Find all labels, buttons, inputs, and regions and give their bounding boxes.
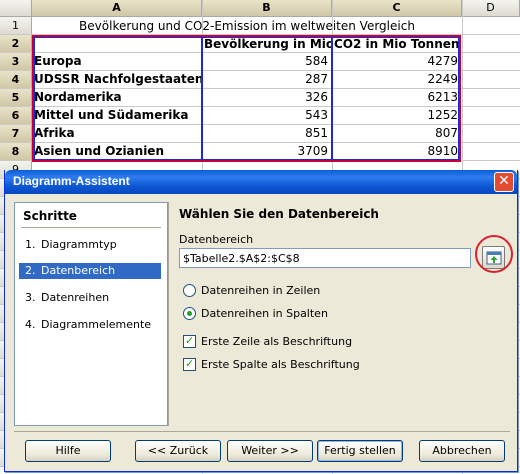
finish-button[interactable]: Fertig stellen bbox=[317, 440, 403, 462]
step-number: 2. bbox=[25, 264, 36, 277]
data-range-frame bbox=[32, 35, 461, 162]
step-label: Diagrammtyp bbox=[41, 238, 117, 251]
radio-columns-label: Datenreihen in Spalten bbox=[201, 307, 328, 320]
first-column-checkbox[interactable] bbox=[183, 356, 196, 372]
radio-rows-label: Datenreihen in Zeilen bbox=[201, 284, 321, 297]
steps-heading: Schritte bbox=[23, 209, 77, 223]
row-header[interactable]: 6 bbox=[0, 107, 32, 125]
panel-divider bbox=[168, 202, 169, 426]
data-range-page: Wählen Sie den Datenbereich Datenbereich… bbox=[179, 206, 515, 426]
step-label: Diagrammelemente bbox=[41, 318, 152, 331]
dialog-titlebar[interactable]: Diagramm-Assistent ✕ bbox=[5, 170, 517, 194]
row-header[interactable]: 5 bbox=[0, 89, 32, 107]
steps-panel: Schritte 1. Diagrammtyp 2. Datenbereich 3.… bbox=[14, 202, 168, 426]
close-button[interactable]: ✕ bbox=[494, 172, 514, 192]
radio-columns[interactable] bbox=[183, 307, 196, 320]
column-header-a[interactable]: A bbox=[32, 0, 202, 17]
step-label: Datenbereich bbox=[41, 264, 116, 277]
row-header[interactable]: 8 bbox=[0, 143, 32, 161]
row-header[interactable]: 2 bbox=[0, 35, 32, 53]
chart-wizard-dialog: Diagramm-Assistent ✕ Schritte 1. Diagramm… bbox=[4, 170, 518, 472]
first-row-checkbox-label: Erste Zeile als Beschriftung bbox=[201, 335, 353, 348]
first-column-checkbox-label: Erste Spalte als Beschriftung bbox=[201, 358, 360, 371]
back-button[interactable]: << Zurück bbox=[135, 440, 221, 462]
row-header[interactable]: 1 bbox=[0, 17, 32, 35]
footer-divider bbox=[14, 431, 510, 432]
data-range-input[interactable] bbox=[179, 248, 471, 268]
step-label: Datenreihen bbox=[41, 291, 110, 304]
step-chart-type[interactable]: 1. Diagrammtyp bbox=[19, 237, 161, 253]
highlight-circle bbox=[475, 235, 513, 273]
range-label: Datenbereich bbox=[179, 233, 254, 246]
column-header-d[interactable]: D bbox=[462, 0, 520, 17]
column-header-c[interactable]: C bbox=[332, 0, 462, 17]
steps-divider bbox=[21, 227, 161, 228]
step-data-range[interactable]: 2. Datenbereich bbox=[19, 263, 161, 279]
row-header[interactable]: 7 bbox=[0, 125, 32, 143]
next-button[interactable]: Weiter >> bbox=[227, 440, 313, 462]
row-header[interactable]: 3 bbox=[0, 53, 32, 71]
step-number: 1. bbox=[25, 238, 36, 251]
step-number: 4. bbox=[25, 318, 36, 331]
sheet-title-cell[interactable]: Bevölkerung und CO2-Emission im weltweit… bbox=[32, 17, 462, 35]
column-header-b[interactable]: B bbox=[202, 0, 332, 17]
cancel-button[interactable]: Abbrechen bbox=[419, 440, 505, 462]
select-all-corner[interactable] bbox=[0, 0, 32, 17]
step-data-series[interactable]: 3. Datenreihen bbox=[19, 290, 161, 306]
dialog-title: Diagramm-Assistent bbox=[13, 174, 130, 188]
step-chart-elements[interactable]: 4. Diagrammelemente bbox=[19, 317, 161, 333]
step-number: 3. bbox=[25, 291, 36, 304]
section-title: Wählen Sie den Datenbereich bbox=[179, 207, 379, 221]
row-header[interactable]: 4 bbox=[0, 71, 32, 89]
first-row-checkbox[interactable] bbox=[183, 333, 196, 349]
radio-rows[interactable] bbox=[183, 284, 196, 297]
help-button[interactable]: Hilfe bbox=[25, 440, 111, 462]
